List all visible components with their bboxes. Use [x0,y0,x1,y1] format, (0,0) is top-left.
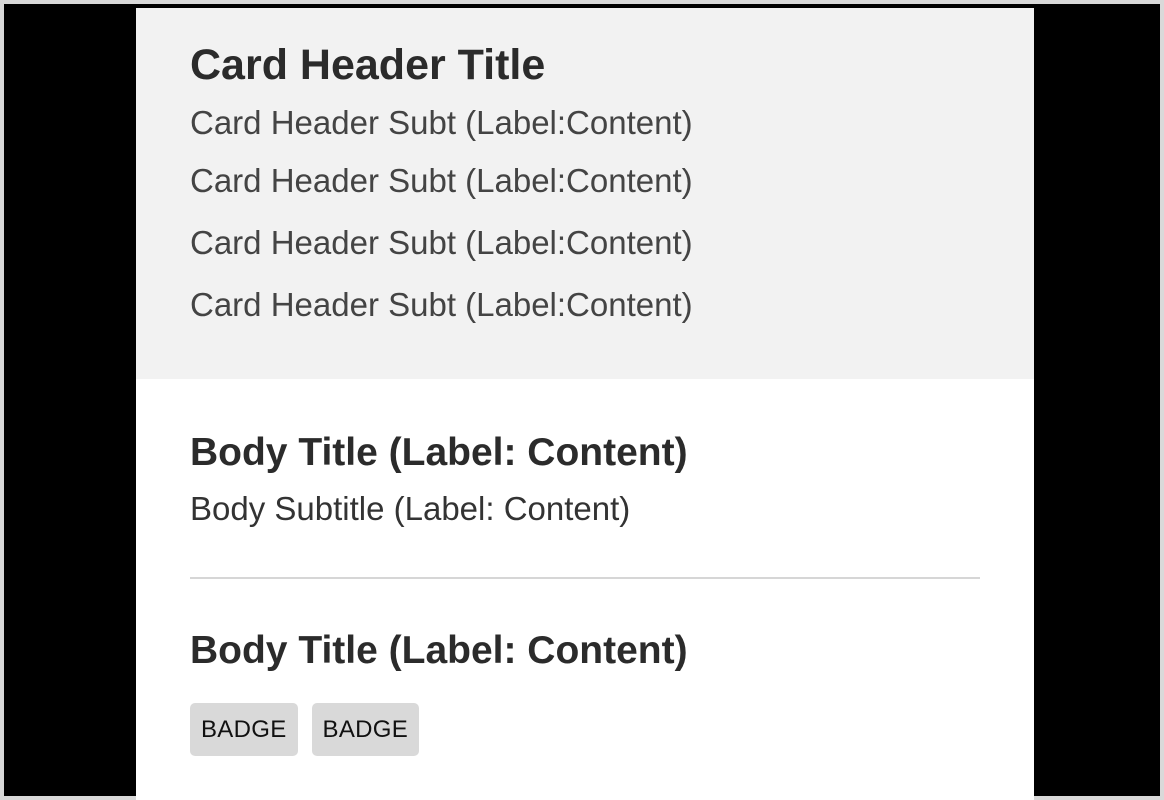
card-header-subtitle: Card Header Subt (Label:Content) [190,286,693,323]
badge-group: BADGE BADGE [190,703,980,756]
card-body: Body Title (Label: Content) Body Subtitl… [136,379,1034,756]
body-title: Body Title (Label: Content) [190,629,688,672]
card-header-subtitle: Card Header Subt (Label:Content) [190,162,693,199]
card-header-subtitle: Card Header Subt (Label:Content) [190,224,693,261]
body-section: Body Title (Label: Content) BADGE BADGE [190,579,980,756]
card-header: Card Header Title Card Header Subt (Labe… [136,8,1034,379]
badge: BADGE [190,703,298,756]
card: Card Header Title Card Header Subt (Labe… [136,8,1034,800]
card-header-subtitle: Card Header Subt (Label:Content) [190,104,693,141]
badge: BADGE [311,703,420,756]
window-frame: Card Header Title Card Header Subt (Labe… [0,0,1164,800]
body-title: Body Title (Label: Content) [190,431,688,474]
card-header-title: Card Header Title [190,41,546,89]
body-subtitle: Body Subtitle (Label: Content) [190,490,631,527]
body-section: Body Title (Label: Content) Body Subtitl… [190,379,980,529]
